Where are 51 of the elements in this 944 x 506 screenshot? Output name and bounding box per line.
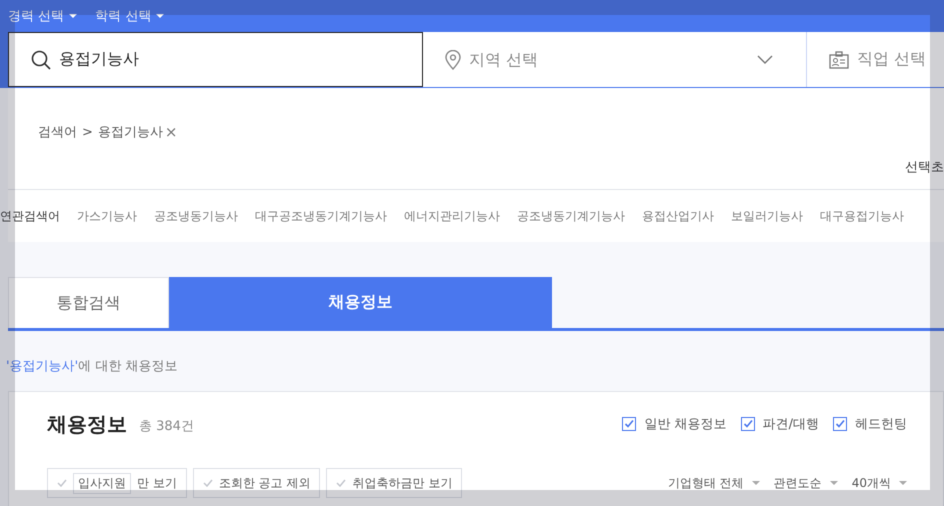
filter-dropdown[interactable]: 경력 선택 <box>8 7 78 25</box>
chip-label: 조회한 공고 제외 <box>218 474 310 492</box>
related-label: 연관검색어 <box>0 208 60 224</box>
chevron-down-icon <box>757 55 773 64</box>
filter-chip[interactable]: 입사지원 만 보기 <box>47 468 187 498</box>
related-term-link[interactable]: 대구공조냉동기계기능사 <box>255 208 387 224</box>
tab[interactable]: 통합검색 <box>8 277 169 328</box>
related-term-link[interactable]: 가스기능사 <box>77 208 137 224</box>
checkbox-label: 일반 채용정보 <box>644 416 727 433</box>
remove-button[interactable]: × <box>164 123 178 141</box>
chip-label: 만 보기 <box>137 474 177 492</box>
related-term-link[interactable]: 보일러기능사 <box>731 208 803 224</box>
location-pin-icon <box>445 50 461 70</box>
tag-label: 입사지원 <box>73 472 131 494</box>
checkbox[interactable] <box>740 417 755 431</box>
results-caption: '용접기능사'에 대한 채용정보 <box>5 358 178 376</box>
check-icon <box>57 479 67 487</box>
related-term-link[interactable]: 에너지관리기능사 <box>404 208 500 224</box>
caret-icon <box>752 481 760 485</box>
related-term-link[interactable]: 대구용접기능사 <box>820 208 904 224</box>
caret-icon <box>899 481 907 485</box>
result-count: 총 384건 <box>139 418 194 435</box>
filter-chip[interactable]: 취업축하금만 보기 <box>326 468 462 498</box>
sort-dropdown[interactable]: 관련도순 <box>774 474 838 492</box>
chip-label: 취업축하금만 보기 <box>352 474 452 492</box>
reset-link[interactable]: 선택초 <box>905 158 944 176</box>
caret-icon <box>69 14 78 18</box>
related-term-link[interactable]: 공조냉동기능사 <box>154 208 238 224</box>
check-icon <box>336 479 346 487</box>
filter-dropdown[interactable]: 학력 선택 <box>95 7 164 25</box>
checkbox-label: 헤드헌팅 <box>855 416 907 433</box>
sort-dropdown[interactable]: 40개씩 <box>852 474 907 492</box>
checkbox[interactable] <box>833 417 847 431</box>
job-selector[interactable]: 직업 선택 <box>807 32 926 87</box>
section-title: 채용정보 <box>47 410 127 438</box>
breadcrumb-label: 검색어 <box>38 124 77 141</box>
caret-icon <box>156 14 164 18</box>
filter-chip[interactable]: 조회한 공고 제외 <box>192 468 320 498</box>
checkbox[interactable] <box>622 417 636 431</box>
related-term-link[interactable]: 공조냉동기계기능사 <box>517 208 625 224</box>
check-icon <box>202 479 213 487</box>
search-icon <box>31 50 51 70</box>
related-term-link[interactable]: 용접산업기사 <box>642 208 714 224</box>
caret-icon <box>830 481 838 485</box>
tab[interactable]: 채용정보 <box>169 277 552 328</box>
search-term: 용접기능사 <box>98 124 163 141</box>
checkbox-label: 파견/대행 <box>762 416 819 433</box>
id-card-icon <box>829 50 849 68</box>
region-field[interactable]: 지역 선택 <box>469 50 749 69</box>
sort-dropdown[interactable]: 기업형태 전체 <box>668 474 760 492</box>
breadcrumb-separator: > <box>82 124 93 140</box>
